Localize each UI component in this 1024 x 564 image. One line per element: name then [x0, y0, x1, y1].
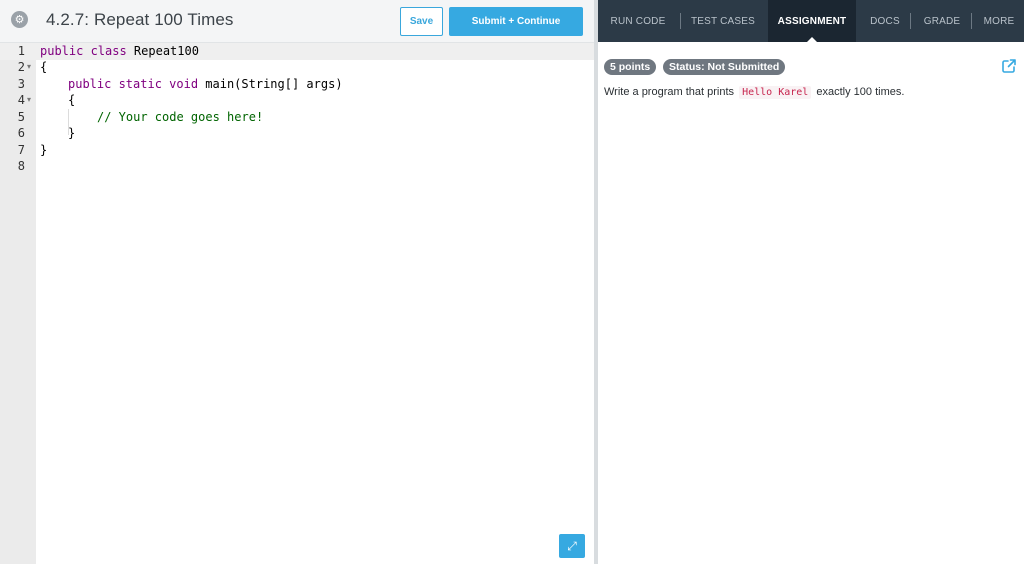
code-text: } — [40, 143, 48, 157]
external-link-icon[interactable] — [1001, 58, 1017, 74]
code-line[interactable]: 5 // Your code goes here! — [0, 109, 594, 126]
tab-assignment[interactable]: ASSIGNMENT — [768, 0, 856, 42]
code-line[interactable]: 8 — [0, 158, 594, 175]
tab-divider — [680, 13, 681, 29]
tab-test-cases[interactable]: TEST CASES — [683, 0, 763, 42]
line-number: 4 — [17, 93, 25, 107]
codehs-ide: ⚙ 4.2.7: Repeat 100 Times Save Submit + … — [0, 0, 1024, 564]
save-button[interactable]: Save — [400, 7, 443, 36]
tab-bar: RUN CODE TEST CASES ASSIGNMENT DOCS GRAD… — [598, 0, 1024, 42]
line-number: 1 — [17, 44, 25, 58]
description-text: exactly 100 times. — [816, 86, 905, 98]
code-text: Repeat100 — [126, 44, 199, 58]
code-line[interactable]: 7 } — [0, 142, 594, 159]
code-text: main(String[] args) — [198, 77, 343, 91]
line-number: 6 — [17, 126, 25, 140]
inline-code: Hello Karel — [739, 86, 812, 99]
code-comment: // Your code goes here! — [97, 110, 264, 124]
description-text: Write a program that prints — [604, 86, 735, 98]
submit-continue-button[interactable]: Submit + Continue — [449, 7, 583, 36]
tab-divider — [971, 13, 972, 29]
line-number: 5 — [17, 110, 25, 124]
line-number: 8 — [17, 159, 25, 173]
status-badge: Status: Not Submitted — [663, 59, 786, 75]
tab-docs[interactable]: DOCS — [862, 0, 908, 42]
tab-grade[interactable]: GRADE — [914, 0, 970, 42]
code-line[interactable]: 1 public class Repeat100 — [0, 43, 594, 60]
tab-run-code[interactable]: RUN CODE — [598, 0, 678, 42]
line-number: 3 — [17, 77, 25, 91]
gear-icon[interactable]: ⚙ — [11, 11, 28, 28]
line-number: 2 — [17, 60, 25, 74]
code-editor[interactable]: 1 public class Repeat100 2 ▾ { 3 public … — [0, 43, 594, 564]
line-number: 7 — [17, 143, 25, 157]
code-keyword: public static void — [68, 77, 199, 91]
fold-toggle-icon[interactable]: ▾ — [27, 59, 31, 75]
code-text: } — [68, 126, 76, 140]
points-badge: 5 points — [604, 59, 657, 75]
code-text: { — [40, 60, 48, 74]
code-keyword: public class — [40, 44, 127, 58]
code-text: { — [68, 93, 76, 107]
editor-pane: ⚙ 4.2.7: Repeat 100 Times Save Submit + … — [0, 0, 594, 564]
assignment-pane: RUN CODE TEST CASES ASSIGNMENT DOCS GRAD… — [598, 0, 1024, 564]
code-line[interactable]: 4 ▾ { — [0, 92, 594, 109]
code-line[interactable]: 6 } — [0, 125, 594, 142]
code-line[interactable]: 2 ▾ { — [0, 59, 594, 76]
tab-more[interactable]: MORE — [976, 0, 1022, 42]
fold-toggle-icon[interactable]: ▾ — [27, 92, 31, 108]
code-line[interactable]: 3 public static void main(String[] args) — [0, 76, 594, 93]
assignment-description: Write a program that prints Hello Karel … — [604, 86, 905, 99]
tab-divider — [910, 13, 911, 29]
page-title: 4.2.7: Repeat 100 Times — [46, 10, 234, 29]
editor-header: ⚙ 4.2.7: Repeat 100 Times Save Submit + … — [0, 0, 594, 43]
expand-icon[interactable]: ⤢ — [559, 534, 585, 558]
